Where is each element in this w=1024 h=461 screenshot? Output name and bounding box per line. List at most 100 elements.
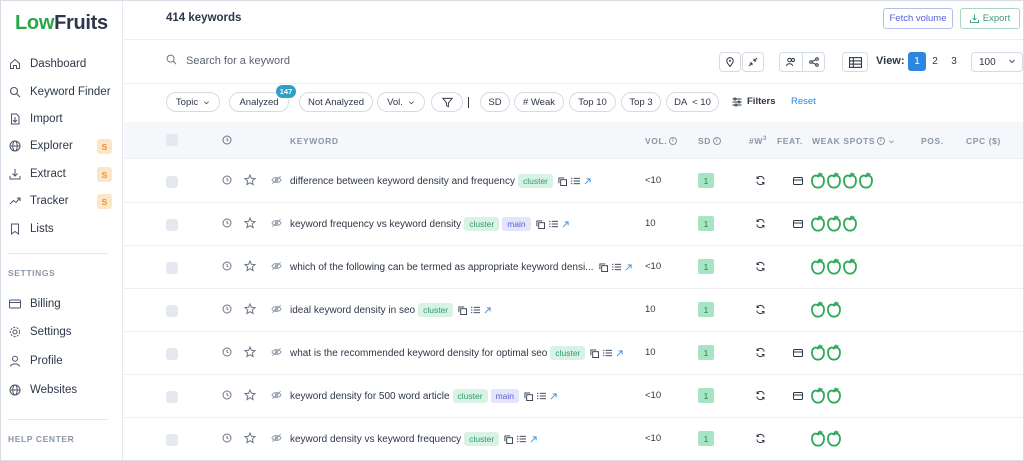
weak-spots[interactable] <box>810 215 858 233</box>
refresh-icon[interactable] <box>755 175 766 186</box>
cluster-tag[interactable]: cluster <box>464 217 500 231</box>
sidebar-item-websites[interactable]: Websites <box>1 379 122 401</box>
external-link-icon[interactable] <box>562 220 569 228</box>
sidebar-item-profile[interactable]: Profile <box>1 350 122 372</box>
cluster-tag[interactable]: cluster <box>464 432 500 446</box>
star-icon[interactable] <box>244 346 256 358</box>
row-checkbox[interactable] <box>166 348 178 360</box>
history-icon[interactable] <box>222 347 232 357</box>
topic-filter[interactable]: Topic <box>166 92 220 112</box>
cluster-tag[interactable]: cluster <box>418 303 454 317</box>
filters-button[interactable]: Filters <box>732 96 776 107</box>
sidebar-item-keyword-finder[interactable]: Keyword Finder <box>1 81 122 103</box>
star-icon[interactable] <box>244 260 256 272</box>
select-all-checkbox[interactable] <box>166 134 178 146</box>
feat-column-header[interactable]: FEAT. <box>777 136 803 146</box>
keyword-text[interactable]: keyword density for 500 word article <box>290 391 450 402</box>
cluster-tag[interactable]: cluster <box>452 389 488 403</box>
reset-link[interactable]: Reset <box>791 96 816 107</box>
table-row[interactable]: what is the recommended keyword density … <box>124 332 1023 375</box>
sidebar-item-explorer[interactable]: Explorer S <box>1 135 122 157</box>
external-link-icon[interactable] <box>584 177 591 185</box>
external-link-icon[interactable] <box>625 263 632 271</box>
list-icon[interactable] <box>471 306 481 314</box>
star-icon[interactable] <box>244 389 256 401</box>
hide-icon[interactable] <box>271 304 282 314</box>
keyword-text[interactable]: keyword density vs keyword frequency <box>290 434 461 445</box>
star-icon[interactable] <box>244 432 256 444</box>
hide-icon[interactable] <box>271 218 282 228</box>
history-icon[interactable] <box>222 433 232 443</box>
share-button[interactable] <box>802 53 824 71</box>
table-row[interactable]: difference between keyword density and f… <box>124 160 1023 203</box>
list-icon[interactable] <box>537 392 547 400</box>
weak-spots[interactable] <box>810 172 874 190</box>
main-tag[interactable]: main <box>502 217 531 231</box>
hide-icon[interactable] <box>271 261 282 271</box>
copy-icon[interactable] <box>558 176 568 186</box>
volume-filter[interactable]: Vol. <box>377 92 425 112</box>
page-2-button[interactable]: 2 <box>926 52 944 71</box>
cpc-column-header[interactable]: CPC ($) <box>966 136 1001 146</box>
star-icon[interactable] <box>244 217 256 229</box>
row-checkbox[interactable] <box>166 176 178 188</box>
sidebar-item-dashboard[interactable]: Dashboard <box>1 53 122 75</box>
top3-filter[interactable]: Top 3 <box>621 92 661 112</box>
list-icon[interactable] <box>548 220 558 228</box>
history-icon[interactable] <box>222 304 232 314</box>
external-link-icon[interactable] <box>530 435 537 443</box>
export-button[interactable]: Export <box>960 8 1020 29</box>
history-icon[interactable] <box>222 175 232 185</box>
weak-spots[interactable] <box>810 258 858 276</box>
sidebar-item-settings[interactable]: Settings <box>1 321 122 343</box>
row-checkbox[interactable] <box>166 391 178 403</box>
cluster-tag[interactable]: cluster <box>550 346 586 360</box>
sidebar-item-extract[interactable]: Extract S <box>1 163 122 185</box>
keyword-text[interactable]: which of the following can be termed as … <box>290 262 594 273</box>
hide-icon[interactable] <box>271 390 282 400</box>
main-tag[interactable]: main <box>490 389 520 403</box>
position-column-header[interactable]: POS. <box>921 136 944 146</box>
keyword-text[interactable]: ideal keyword density in seo <box>290 305 415 316</box>
history-icon[interactable] <box>222 390 232 400</box>
star-icon[interactable] <box>244 303 256 315</box>
sidebar-item-tracker[interactable]: Tracker S <box>1 190 122 212</box>
row-checkbox[interactable] <box>166 262 178 274</box>
star-icon[interactable] <box>244 174 256 186</box>
table-view-button[interactable] <box>842 52 868 72</box>
list-icon[interactable] <box>611 263 621 271</box>
weak-count-column-header[interactable]: #W 3 <box>749 136 767 147</box>
external-link-icon[interactable] <box>616 349 623 357</box>
weak-spots[interactable] <box>810 344 842 362</box>
page-3-button[interactable]: 3 <box>945 52 963 71</box>
refresh-icon[interactable] <box>755 390 766 401</box>
volume-column-header[interactable]: VOL. i <box>645 136 678 146</box>
copy-icon[interactable] <box>524 391 534 401</box>
keyword-text[interactable]: what is the recommended keyword density … <box>290 348 547 359</box>
da-filter[interactable]: DA < 10 <box>666 92 719 112</box>
table-row[interactable]: ideal keyword density in seo cluster 10 … <box>124 289 1023 332</box>
weak-spots[interactable] <box>810 301 842 319</box>
sidebar-item-import[interactable]: Import <box>1 108 122 130</box>
sd-filter[interactable]: SD <box>480 92 510 112</box>
hide-icon[interactable] <box>271 175 282 185</box>
refresh-icon[interactable] <box>755 433 766 444</box>
hide-icon[interactable] <box>271 433 282 443</box>
history-icon[interactable] <box>222 261 232 271</box>
copy-icon[interactable] <box>598 262 608 272</box>
table-row[interactable]: keyword density vs keyword frequency clu… <box>124 418 1023 460</box>
row-checkbox[interactable] <box>166 305 178 317</box>
copy-icon[interactable] <box>536 219 545 229</box>
external-link-icon[interactable] <box>484 306 491 314</box>
refresh-icon[interactable] <box>755 347 766 358</box>
list-icon[interactable] <box>571 177 581 185</box>
table-row[interactable]: keyword frequency vs keyword density clu… <box>124 203 1023 246</box>
table-row[interactable]: keyword density for 500 word article clu… <box>124 375 1023 418</box>
keyword-text[interactable]: difference between keyword density and f… <box>290 176 515 187</box>
weak-spots[interactable] <box>810 430 842 448</box>
copy-icon[interactable] <box>504 434 514 444</box>
history-icon[interactable] <box>222 218 232 228</box>
sd-column-header[interactable]: SD i <box>698 136 722 146</box>
fetch-volume-button[interactable]: Fetch volume <box>883 8 953 29</box>
hide-icon[interactable] <box>271 347 282 357</box>
